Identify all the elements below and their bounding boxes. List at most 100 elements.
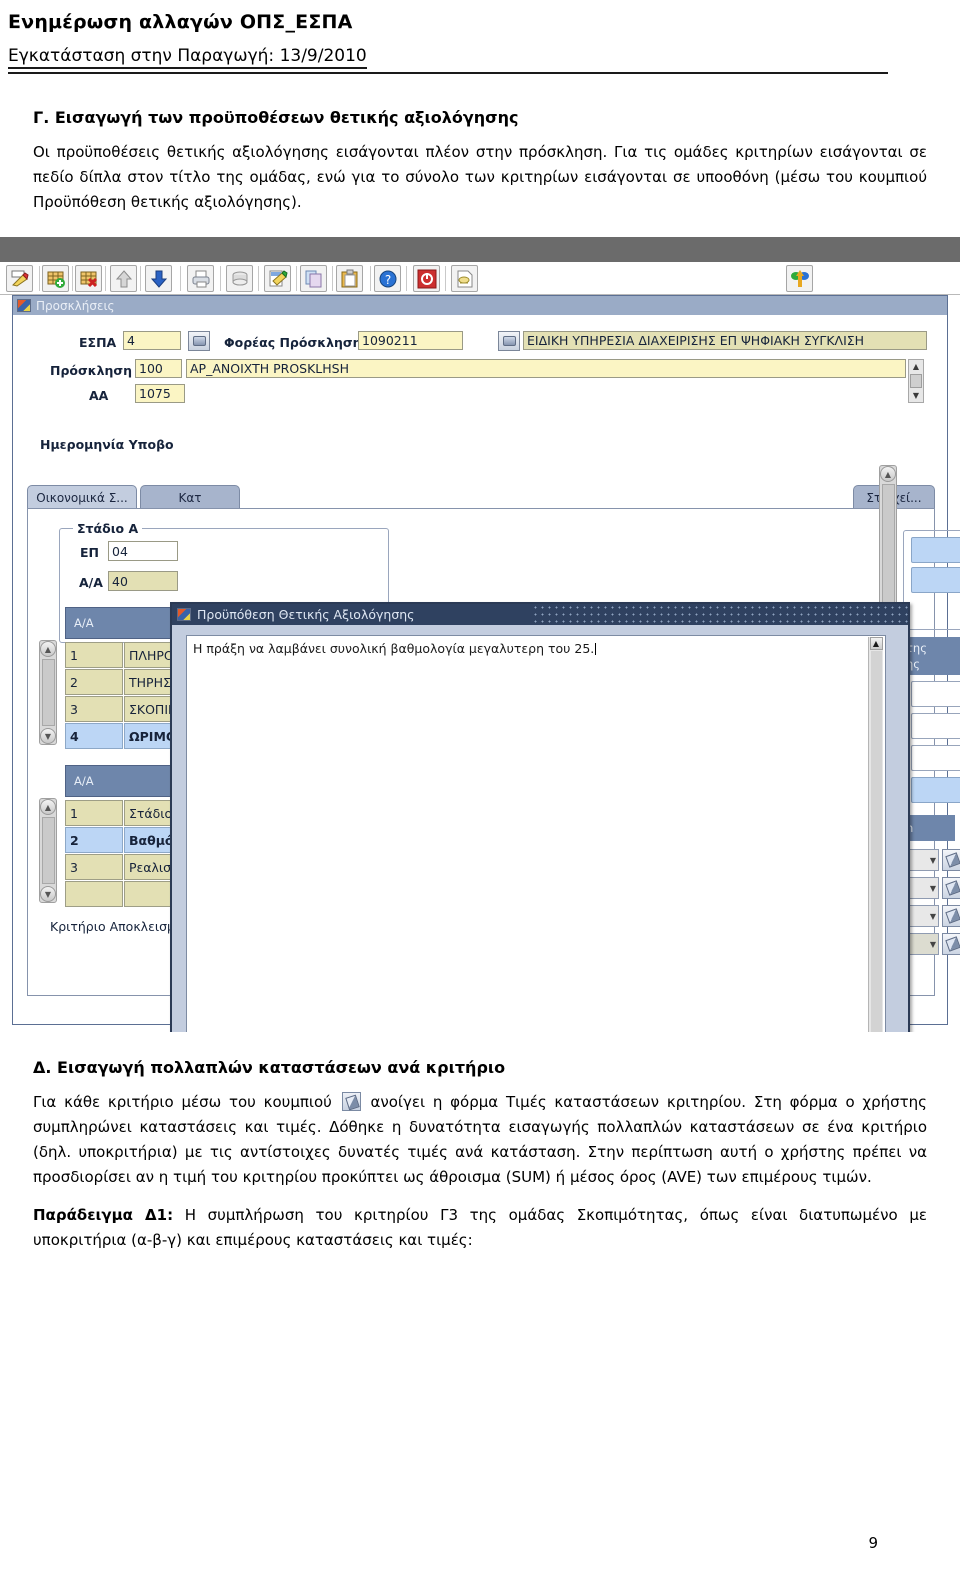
add-row-icon[interactable] — [42, 265, 69, 292]
dialog-title-text: Προϋπόθεση Θετικής Αξιολόγησης — [197, 607, 415, 622]
svg-text:?: ? — [384, 273, 390, 287]
pen-icon — [945, 880, 960, 896]
table-row[interactable]: 3 — [65, 696, 123, 722]
document-subtitle: Εγκατάσταση στην Παραγωγή: 13/9/2010 — [8, 46, 367, 69]
table-row[interactable]: 1 — [65, 800, 123, 826]
database-icon — [502, 336, 516, 346]
tab-katastaseis[interactable]: Κατ — [140, 485, 240, 509]
forea-lov-button[interactable] — [498, 331, 520, 351]
scroll-thumb[interactable] — [910, 374, 922, 388]
scroll-up-arrow-icon[interactable]: ▲ — [913, 360, 919, 373]
application-screenshot: ? Προσκλήσεις ΕΣΠΑ 4 Φορέας Πρόσκλησης 1… — [0, 237, 960, 1032]
condition-text-value: Η πράξη να λαμβάνει συνολική βαθμολογία … — [193, 641, 595, 656]
print-icon[interactable] — [187, 265, 214, 292]
criteria-grid-scrollbar[interactable]: ▲ ▼ — [39, 798, 57, 903]
prosklisi-scrollbar[interactable]: ▲ ▼ — [908, 359, 924, 403]
groups-grid-header-aa: Α/Α — [65, 607, 185, 639]
form-icon — [177, 608, 191, 621]
groups-grid-scrollbar[interactable]: ▲ ▼ — [39, 640, 57, 745]
ep-field[interactable]: 04 — [108, 541, 178, 561]
table-row[interactable] — [65, 881, 123, 907]
scroll-down-arrow-icon[interactable]: ▼ — [913, 389, 919, 402]
table-row[interactable]: 1 — [65, 642, 123, 668]
state-values-button-2[interactable] — [942, 877, 960, 899]
espa-lov-button[interactable] — [188, 331, 210, 351]
stage-group-caption: Στάδιο Α — [73, 521, 143, 536]
desktop-background-strip — [0, 237, 960, 262]
table-row[interactable]: 2 — [65, 827, 123, 853]
right-field-4[interactable] — [911, 713, 960, 739]
positive-evaluation-dialog: Προϋπόθεση Θετικής Αξιολόγησης Η πράξη ν… — [170, 602, 910, 1032]
page-number: 9 — [868, 1534, 878, 1552]
dialog-title-bar: Προϋπόθεση Θετικής Αξιολόγησης — [172, 604, 908, 625]
scroll-track[interactable] — [870, 651, 882, 1032]
exit-up-icon[interactable] — [786, 265, 813, 292]
table-row[interactable]: 4 — [65, 723, 123, 749]
right-field-3[interactable] — [911, 681, 960, 707]
arrow-down-icon[interactable] — [145, 265, 172, 292]
copy-icon[interactable] — [300, 265, 327, 292]
textarea-scrollbar[interactable]: ▲ ▼ — [868, 637, 883, 1032]
scroll-down-arrow-icon[interactable]: ▼ — [40, 886, 56, 902]
paste-clipboard-icon[interactable] — [336, 265, 363, 292]
state-values-button-1[interactable] — [942, 849, 960, 871]
help-icon[interactable]: ? — [374, 265, 401, 292]
database-icon — [192, 336, 206, 346]
section-d-example: Παράδειγμα Δ1: Η συμπλήρωση του κριτηρίο… — [33, 1203, 927, 1253]
table-row[interactable]: 3 — [65, 854, 123, 880]
scroll-up-arrow-icon[interactable]: ▲ — [869, 637, 883, 650]
scroll-up-arrow-icon[interactable]: ▲ — [880, 466, 896, 482]
application-toolbar: ? — [0, 262, 960, 295]
section-d-heading: Δ. Εισαγωγή πολλαπλών καταστάσεων ανά κρ… — [33, 1058, 506, 1077]
stage-aa-field[interactable]: 40 — [108, 571, 178, 591]
condition-textarea[interactable]: Η πράξη να λαμβάνει συνολική βαθμολογία … — [186, 635, 886, 1032]
document-title: Ενημέρωση αλλαγών ΟΠΣ_ΕΣΠΑ — [8, 11, 353, 33]
notes-icon[interactable] — [451, 265, 478, 292]
window-title-text: Προσκλήσεις — [36, 298, 115, 313]
right-field-6[interactable] — [911, 777, 960, 803]
example-label: Παράδειγμα Δ1: — [33, 1206, 174, 1224]
scroll-up-arrow-icon[interactable]: ▲ — [40, 799, 56, 815]
section-c-heading: Γ. Εισαγωγή των προϋποθέσεων θετικής αξι… — [33, 108, 519, 127]
criteria-grid-header-aa: Α/Α — [65, 765, 185, 797]
aa-field[interactable]: 1075 — [135, 384, 185, 403]
exclusion-criterion-label: Κριτήριο Αποκλεισμού — [50, 919, 190, 934]
prosklisi-code-field[interactable]: 100 — [135, 359, 182, 378]
right-field-2[interactable] — [911, 567, 960, 593]
espa-field[interactable]: 4 — [123, 331, 181, 350]
right-field-1[interactable] — [911, 537, 960, 563]
tab-oikonomika[interactable]: Οικονομικά Σ... — [27, 485, 137, 509]
edit-pencil-icon[interactable] — [6, 265, 33, 292]
note-edit-icon[interactable] — [264, 265, 291, 292]
tab-strip: Οικονομικά Σ... Κατ Στοιχεί... — [27, 485, 935, 509]
exit-icon[interactable] — [413, 265, 440, 292]
right-dark-band: της ης — [903, 637, 960, 675]
scroll-track[interactable] — [41, 659, 55, 726]
stage-aa-label: Α/Α — [79, 575, 103, 590]
document-subtitle-rule: Εγκατάσταση στην Παραγωγή: 13/9/2010 — [8, 46, 888, 74]
right-field-5[interactable] — [911, 745, 960, 771]
state-values-button-4[interactable] — [942, 933, 960, 955]
section-d-paragraph-part1: Για κάθε κριτήριο μέσω του κουμπιού — [33, 1093, 332, 1111]
pen-icon — [341, 1092, 361, 1111]
scroll-track[interactable] — [41, 817, 55, 884]
prosklisi-name-field[interactable]: AP_ANOIXTH PROSKLHSH — [186, 359, 906, 378]
dialog-body: Η πράξη να λαμβάνει συνολική βαθμολογία … — [172, 625, 908, 1032]
scroll-down-arrow-icon[interactable]: ▼ — [40, 728, 56, 744]
scroll-up-arrow-icon[interactable]: ▲ — [40, 641, 56, 657]
pen-icon — [945, 852, 960, 868]
forea-label: Φορέας Πρόσκλησης — [224, 335, 369, 350]
forea-code-field[interactable]: 1090211 — [358, 331, 463, 350]
forea-name-field[interactable]: ΕΙΔΙΚΗ ΥΠΗΡΕΣΙΑ ΔΙΑΧΕΙΡΙΣΗΣ ΕΠ ΨΗΦΙΑΚΗ Σ… — [523, 331, 927, 350]
database-icon[interactable] — [226, 265, 253, 292]
right-mid-band: n — [903, 815, 955, 841]
pen-icon — [945, 908, 960, 924]
espa-label: ΕΣΠΑ — [79, 335, 117, 350]
arrow-up-icon[interactable] — [110, 265, 137, 292]
section-d-paragraph: Για κάθε κριτήριο μέσω του κουμπιού ανοί… — [33, 1090, 927, 1190]
text-caret — [595, 643, 597, 655]
table-row[interactable]: 2 — [65, 669, 123, 695]
submission-date-label: Ημερομηνία Υποβο — [40, 437, 174, 452]
state-values-button-3[interactable] — [942, 905, 960, 927]
delete-row-icon[interactable] — [75, 265, 102, 292]
